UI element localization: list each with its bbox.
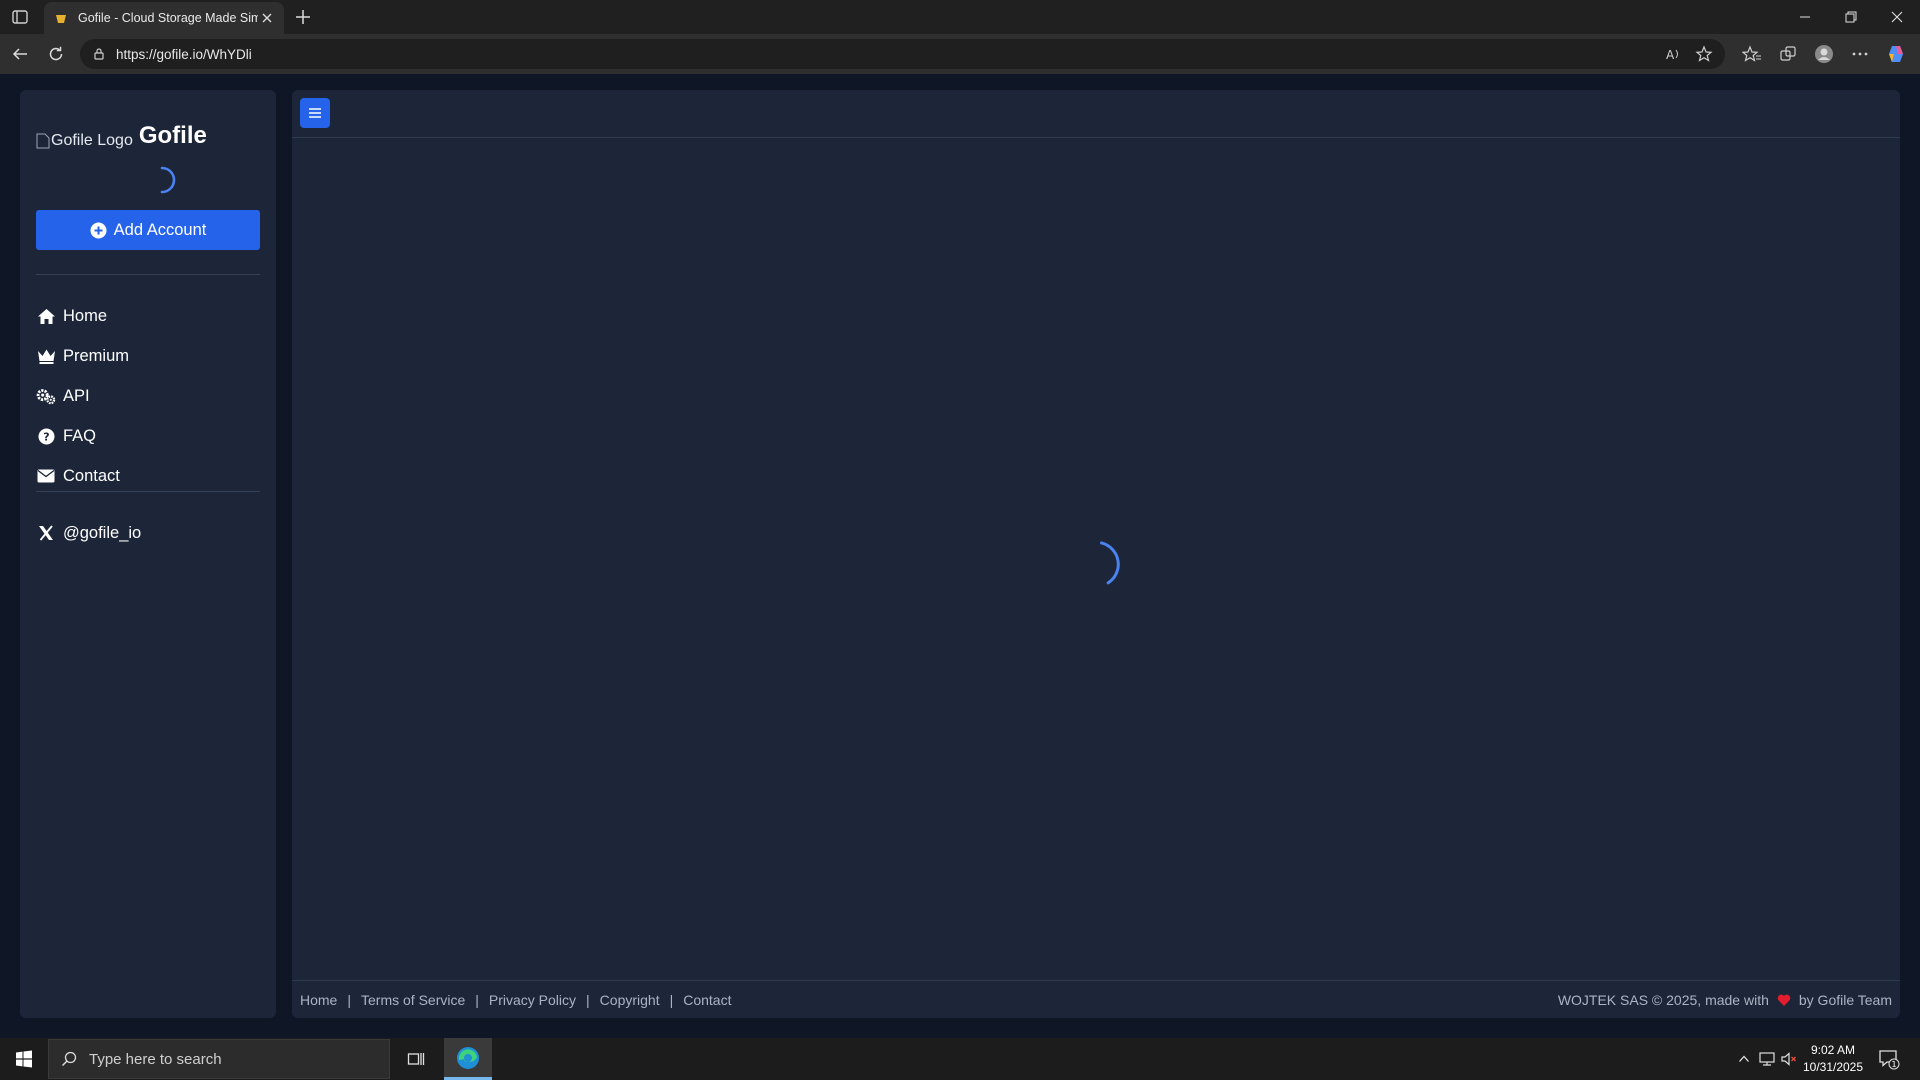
footer-link-privacy[interactable]: Privacy Policy <box>489 992 576 1008</box>
sidebar-divider <box>36 274 260 275</box>
page-viewport: Gofile Logo Gofile Add Account Home Prem… <box>0 74 1920 1038</box>
question-circle-icon: ? <box>36 427 56 445</box>
footer-link-contact[interactable]: Contact <box>683 992 731 1008</box>
sidebar-divider <box>36 491 260 492</box>
url-text[interactable]: https://gofile.io/WhYDli <box>116 47 252 62</box>
heart-icon <box>1777 994 1791 1006</box>
copyright-prefix: WOJTEK SAS © 2025, made with <box>1557 991 1769 1008</box>
notification-count: 1 <box>1891 1060 1896 1069</box>
social-link-x[interactable]: @gofile_io <box>36 519 141 547</box>
footer-separator: | <box>586 991 590 1008</box>
profile-avatar-icon[interactable] <box>1814 44 1834 64</box>
sidebar-item-premium[interactable]: Premium <box>36 342 129 370</box>
new-tab-icon[interactable] <box>292 6 314 28</box>
tab-title: Gofile - Cloud Storage Made Simple <box>78 11 258 25</box>
crown-icon <box>36 347 56 365</box>
clock-date: 10/31/2025 <box>1802 1060 1864 1074</box>
sidebar-item-label: FAQ <box>63 426 97 445</box>
close-tab-icon[interactable] <box>260 11 274 25</box>
more-options-icon[interactable] <box>1850 44 1870 64</box>
gofile-logo-broken-image: Gofile Logo <box>36 132 133 150</box>
copilot-icon[interactable] <box>1886 44 1906 64</box>
favorites-icon[interactable] <box>1742 44 1762 64</box>
windows-logo-icon <box>16 1050 32 1068</box>
tab-actions-icon[interactable] <box>10 7 30 27</box>
broken-image-icon <box>36 133 50 149</box>
sidebar-item-contact[interactable]: Contact <box>36 462 120 490</box>
social-link-label: @gofile_io <box>63 523 142 542</box>
main-content: Home | Terms of Service | Privacy Policy… <box>292 90 1900 1018</box>
add-account-label: Add Account <box>113 220 207 239</box>
browser-title-bar: Gofile - Cloud Storage Made Simple <box>0 0 1920 34</box>
brand-name[interactable]: Gofile <box>139 122 207 150</box>
copyright-suffix: by Gofile Team <box>1798 991 1892 1008</box>
sidebar-item-label: Premium <box>63 346 130 365</box>
svg-text:A: A <box>1666 48 1675 62</box>
back-icon[interactable] <box>8 42 32 66</box>
start-button[interactable] <box>0 1038 48 1080</box>
gears-icon <box>36 387 56 405</box>
network-icon <box>1759 1052 1775 1066</box>
network-status[interactable] <box>1756 1038 1778 1080</box>
lock-icon[interactable] <box>92 47 106 61</box>
footer-separator: | <box>347 991 351 1008</box>
home-icon <box>36 307 56 325</box>
sidebar-item-home[interactable]: Home <box>36 302 107 330</box>
logo-alt-text: Gofile Logo <box>51 132 133 149</box>
sidebar-item-api[interactable]: API <box>36 382 90 410</box>
sidebar-item-faq[interactable]: ? FAQ <box>36 422 96 450</box>
sidebar-item-label: Home <box>63 306 108 325</box>
x-logo-icon <box>36 524 56 542</box>
footer-separator: | <box>669 991 674 1008</box>
refresh-icon[interactable] <box>44 42 68 66</box>
address-bar[interactable]: https://gofile.io/WhYDli A <box>80 39 1725 69</box>
gofile-favicon-icon <box>56 15 66 23</box>
system-clock[interactable]: 9:02 AM 10/31/2025 <box>1798 1042 1868 1076</box>
loading-spinner-icon <box>1099 541 1120 585</box>
show-hidden-icons[interactable] <box>1734 1038 1754 1080</box>
minimize-icon[interactable] <box>1782 0 1828 34</box>
add-account-button[interactable]: Add Account <box>36 210 260 250</box>
notification-center[interactable]: 1 <box>1874 1038 1904 1080</box>
menu-toggle-button[interactable] <box>300 98 330 128</box>
favorite-star-icon[interactable] <box>1695 45 1713 63</box>
collections-icon[interactable] <box>1778 44 1798 64</box>
hamburger-icon <box>309 108 321 118</box>
volume-muted-icon <box>1781 1052 1796 1066</box>
main-header <box>292 90 1900 138</box>
browser-tab-active[interactable]: Gofile - Cloud Storage Made Simple <box>44 2 284 34</box>
edge-icon <box>457 1046 479 1069</box>
taskbar-edge-app[interactable] <box>444 1038 492 1080</box>
footer-link-home[interactable]: Home <box>300 992 337 1008</box>
envelope-icon <box>36 467 56 485</box>
clock-time: 9:02 AM <box>1810 1043 1856 1057</box>
brand[interactable]: Gofile Logo Gofile <box>36 122 207 150</box>
read-aloud-icon[interactable]: A <box>1665 45 1683 63</box>
restore-icon[interactable] <box>1828 0 1874 34</box>
task-view-icon <box>407 1053 425 1065</box>
footer: Home | Terms of Service | Privacy Policy… <box>292 980 1900 1018</box>
search-icon <box>61 1051 77 1067</box>
plus-circle-icon <box>90 222 107 238</box>
volume-control[interactable] <box>1778 1038 1800 1080</box>
footer-separator: | <box>475 991 479 1008</box>
loading-spinner-icon <box>160 166 176 194</box>
footer-link-terms[interactable]: Terms of Service <box>361 992 465 1008</box>
windows-taskbar: Type here to search 9:02 AM 10/31/2025 1 <box>0 1038 1920 1080</box>
svg-text:?: ? <box>43 430 49 443</box>
taskbar-search-input[interactable]: Type here to search <box>48 1039 390 1079</box>
notification-icon: 1 <box>1879 1050 1900 1070</box>
browser-toolbar: https://gofile.io/WhYDli A <box>0 34 1920 74</box>
footer-link-copyright[interactable]: Copyright <box>600 992 660 1008</box>
sidebar-item-label: Contact <box>63 466 120 485</box>
search-placeholder: Type here to search <box>89 1050 222 1068</box>
chevron-up-icon <box>1739 1055 1749 1062</box>
sidebar: Gofile Logo Gofile Add Account Home Prem… <box>20 90 276 1018</box>
close-window-icon[interactable] <box>1874 0 1920 34</box>
sidebar-item-label: API <box>63 386 90 405</box>
copyright-notice: WOJTEK SAS © 2025, made with by Gofile T… <box>1558 992 1892 1008</box>
task-view-button[interactable] <box>392 1038 440 1080</box>
